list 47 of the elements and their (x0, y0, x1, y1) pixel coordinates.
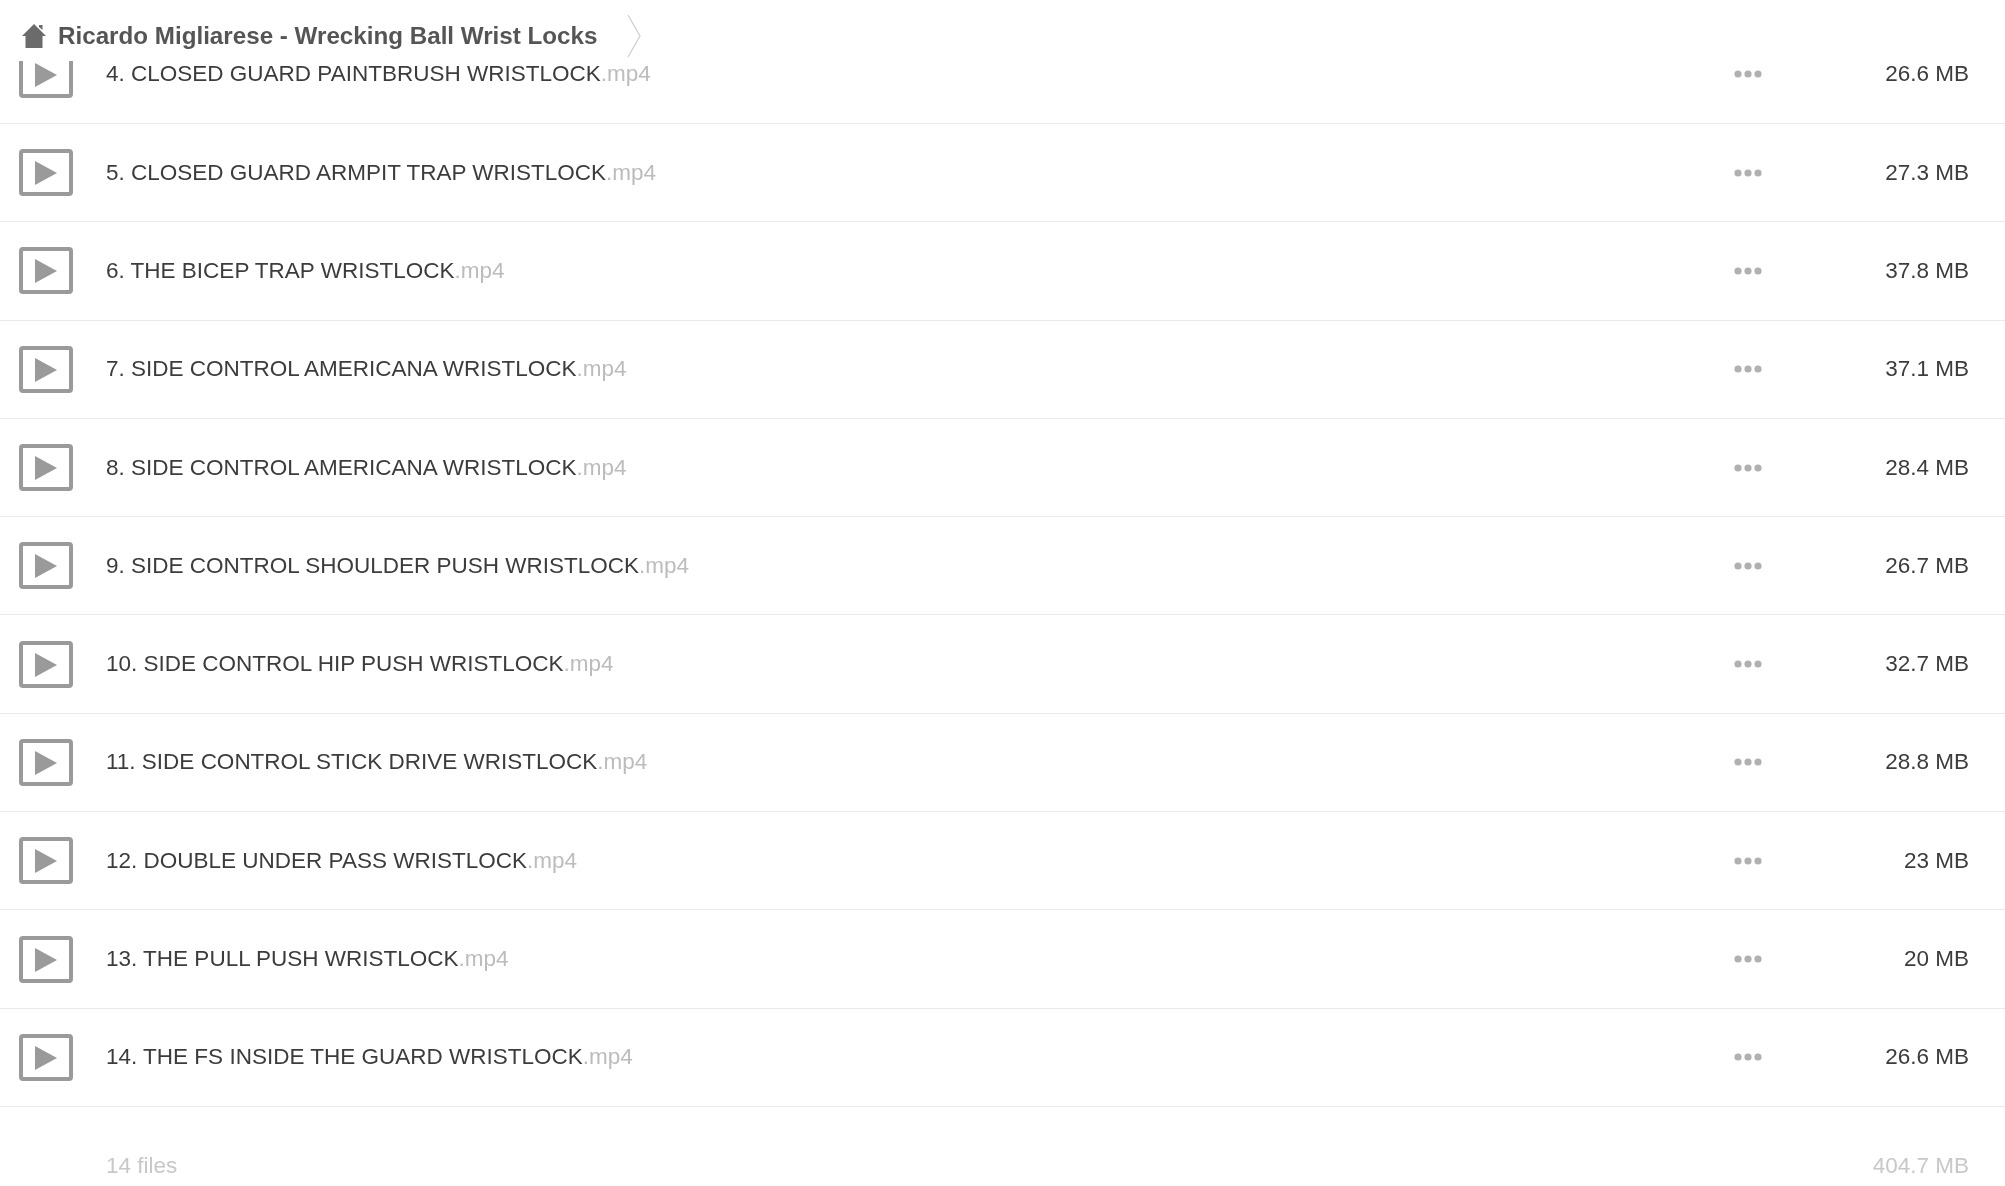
more-icon[interactable] (1734, 955, 1762, 963)
file-size: 23 MB (1902, 847, 1969, 874)
play-icon (19, 640, 73, 688)
file-name[interactable]: 4. CLOSED GUARD PAINTBRUSH WRISTLOCK.mp4 (106, 61, 651, 88)
play-icon (19, 61, 73, 98)
file-size: 26.6 MB (1884, 61, 1969, 88)
file-size: 37.8 MB (1884, 257, 1969, 284)
file-size: 28.4 MB (1884, 454, 1969, 481)
file-name[interactable]: 11. SIDE CONTROL STICK DRIVE WRISTLOCK.mp4 (106, 749, 648, 776)
more-icon[interactable] (1734, 70, 1762, 79)
more-icon[interactable] (1734, 1053, 1762, 1062)
file-size: 26.6 MB (1884, 1044, 1969, 1071)
play-icon (19, 935, 73, 983)
file-size: 26.7 MB (1884, 552, 1969, 579)
play-icon (19, 738, 73, 786)
play-icon (19, 444, 73, 492)
more-icon[interactable] (1734, 463, 1762, 472)
file-name[interactable]: 5. CLOSED GUARD ARMPIT TRAP WRISTLOCK.mp4 (106, 159, 657, 186)
more-icon[interactable] (1734, 168, 1762, 177)
breadcrumb-title: Ricardo Migliarese - Wrecking Ball Wrist Locks (58, 22, 598, 50)
file-name[interactable]: 10. SIDE CONTROL HIP PUSH WRISTLOCK.mp4 (106, 651, 614, 678)
file-size: 28.8 MB (1884, 749, 1969, 776)
more-icon[interactable] (1734, 561, 1762, 570)
more-icon[interactable] (1734, 758, 1762, 767)
play-icon (19, 1033, 73, 1081)
play-icon (19, 542, 73, 590)
file-name[interactable]: 6. THE BICEP TRAP WRISTLOCK.mp4 (106, 257, 505, 284)
home-icon[interactable] (21, 23, 47, 49)
play-icon (19, 247, 73, 295)
more-icon[interactable] (1734, 365, 1762, 374)
file-size: 32.7 MB (1884, 651, 1969, 678)
file-size: 27.3 MB (1884, 159, 1969, 186)
play-icon (19, 837, 73, 885)
more-icon[interactable] (1734, 856, 1762, 865)
file-name[interactable]: 14. THE FS INSIDE THE GUARD WRISTLOCK.mp4 (106, 1044, 633, 1071)
more-icon[interactable] (1734, 266, 1762, 275)
play-icon (19, 345, 73, 393)
file-name[interactable]: 12. DOUBLE UNDER PASS WRISTLOCK.mp4 (106, 847, 577, 874)
chevron-icon (627, 14, 642, 58)
file-size: 20 MB (1902, 946, 1969, 972)
file-name[interactable]: 7. SIDE CONTROL AMERICANA WRISTLOCK.mp4 (106, 356, 627, 383)
file-size: 37.1 MB (1884, 356, 1969, 383)
file-name[interactable]: 8. SIDE CONTROL AMERICANA WRISTLOCK.mp4 (106, 454, 627, 481)
file-name[interactable]: 9. SIDE CONTROL SHOULDER PUSH WRISTLOCK.mp4 (106, 552, 690, 579)
more-icon[interactable] (1734, 660, 1762, 669)
file-name[interactable]: 13. THE PULL PUSH WRISTLOCK.mp4 (106, 946, 509, 972)
play-icon (19, 149, 73, 197)
